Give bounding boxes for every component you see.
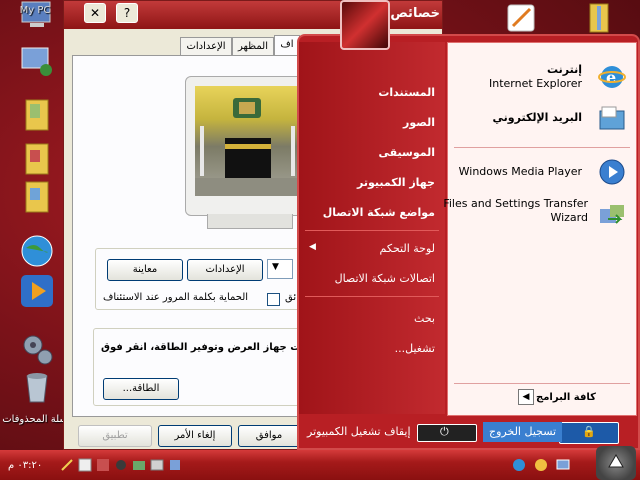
- search-item[interactable]: بحث: [414, 312, 435, 325]
- my-pictures-item[interactable]: الصور: [403, 116, 435, 129]
- network-places-item[interactable]: مواضع شبكة الاتصال: [323, 206, 435, 219]
- taskbar: ٠٣:٢٠ م: [0, 450, 640, 480]
- screensaver-select[interactable]: ▼: [267, 259, 293, 279]
- internet-title: إنترنت: [546, 63, 582, 76]
- tray-icon-7[interactable]: [168, 458, 182, 472]
- shutdown-label[interactable]: إيقاف تشغيل الكمبيوتر: [307, 422, 411, 442]
- close-button[interactable]: ✕: [84, 3, 106, 23]
- media-player-icon[interactable]: [18, 272, 56, 310]
- recycle-bin-icon[interactable]: [18, 368, 56, 406]
- files-transfer-icon: [598, 201, 626, 232]
- files-transfer-title2: Wizard: [550, 211, 588, 224]
- email-entry[interactable]: البريد الإلكتروني: [448, 101, 636, 135]
- lock-icon: 🔒: [582, 425, 596, 438]
- logoff-label[interactable]: تسجيل الخروج: [483, 422, 563, 442]
- help-button[interactable]: ?: [116, 3, 138, 23]
- start-menu-footer: ⏻ إيقاف تشغيل الكمبيوتر 🔒 تسجيل الخروج: [299, 416, 638, 448]
- my-music-item[interactable]: الموسيقى: [378, 146, 435, 159]
- tab-appearance[interactable]: المظهر: [232, 37, 274, 56]
- submenu-arrow-icon: ◀: [309, 242, 316, 252]
- start-button[interactable]: [596, 446, 636, 480]
- shutdown-button[interactable]: ⏻: [417, 424, 477, 442]
- preview-screen: [195, 86, 301, 196]
- tray-icon-6[interactable]: [150, 458, 164, 472]
- folder-zip-desktop-icon[interactable]: [582, 2, 614, 34]
- windows-media-player-icon: [598, 158, 626, 189]
- network-connections-item[interactable]: اتصالات شبكة الاتصال: [335, 272, 435, 285]
- settings-gears-icon[interactable]: [18, 330, 56, 368]
- network-icon[interactable]: [18, 42, 56, 80]
- email-title: البريد الإلكتروني: [492, 111, 582, 124]
- power-icon: ⏻: [440, 425, 449, 438]
- email-icon: [598, 105, 626, 136]
- apply-button[interactable]: تطبيق: [78, 425, 152, 447]
- tab-settings[interactable]: الإعدادات: [180, 37, 232, 56]
- start-menu-programs: e إنترنت Internet Explorer البريد الإلكت…: [443, 42, 637, 416]
- start-menu: المستندات الصور الموسيقى جهاز الكمبيوتر …: [297, 34, 640, 450]
- start-logo-icon: [606, 452, 626, 475]
- internet-explorer-entry[interactable]: e إنترنت Internet Explorer: [448, 59, 636, 95]
- desktop-quicklaunch-icon[interactable]: [556, 458, 570, 472]
- chevron-down-icon: ▼: [272, 262, 279, 272]
- notepad-desktop-icon[interactable]: [505, 2, 537, 34]
- svg-text:e: e: [606, 68, 616, 87]
- recycle-bin-label: سلة المحذوفات: [2, 414, 68, 425]
- all-programs-label: كافة البرامج: [536, 392, 596, 403]
- ie-quicklaunch-icon[interactable]: [512, 458, 526, 472]
- tray-icon-4[interactable]: [114, 458, 128, 472]
- all-programs-arrow-icon: ◀: [518, 389, 534, 405]
- system-clock: ٠٣:٢٠ م: [8, 460, 43, 471]
- folder-icon-2[interactable]: [18, 140, 56, 178]
- tray-icon-1[interactable]: [60, 458, 74, 472]
- folder-icon-1[interactable]: [18, 96, 56, 134]
- messenger-quicklaunch-icon[interactable]: [534, 458, 548, 472]
- tray-icon-3[interactable]: [96, 458, 110, 472]
- internet-globe-icon[interactable]: [18, 232, 56, 270]
- files-settings-entry[interactable]: Files and Settings Transfer Wizard: [443, 195, 636, 235]
- my-documents-item[interactable]: المستندات: [378, 86, 435, 99]
- media-player-entry[interactable]: Windows Media Player: [448, 155, 636, 189]
- control-panel-item[interactable]: لوحة التحكم: [380, 242, 435, 255]
- ok-button[interactable]: موافق: [238, 425, 300, 447]
- internet-explorer-icon: e: [598, 63, 626, 94]
- files-transfer-title: Files and Settings Transfer: [443, 197, 588, 210]
- password-checkbox[interactable]: [267, 293, 280, 306]
- screensaver-settings-button[interactable]: الإعدادات: [187, 259, 263, 281]
- password-checkbox-label: الحماية بكلمة المرور عند الاستئناف: [103, 292, 249, 303]
- my-computer-item[interactable]: جهاز الكمبيوتر: [357, 176, 435, 189]
- logoff-button[interactable]: 🔒: [559, 422, 619, 444]
- all-programs-entry[interactable]: كافة البرامج ◀: [518, 389, 628, 409]
- monitor-preview: [185, 76, 315, 230]
- run-item[interactable]: تشغيل...: [395, 342, 435, 355]
- cancel-button[interactable]: إلغاء الأمر: [158, 425, 232, 447]
- tray-icon-2[interactable]: [78, 458, 92, 472]
- internet-subtitle: Internet Explorer: [489, 77, 582, 90]
- folder-icon-3[interactable]: [18, 178, 56, 216]
- power-button[interactable]: الطاقة...: [103, 378, 179, 400]
- user-avatar[interactable]: [340, 0, 390, 50]
- tray-icon-5[interactable]: [132, 458, 146, 472]
- preview-button[interactable]: معاينة: [107, 259, 183, 281]
- media-player-title: Windows Media Player: [458, 165, 582, 178]
- power-description: ت جهاز العرض وتوفير الطاقة، انقر فوق: [101, 342, 301, 353]
- my-computer-label: My PC: [19, 5, 51, 16]
- start-menu-places: المستندات الصور الموسيقى جهاز الكمبيوتر …: [299, 42, 445, 414]
